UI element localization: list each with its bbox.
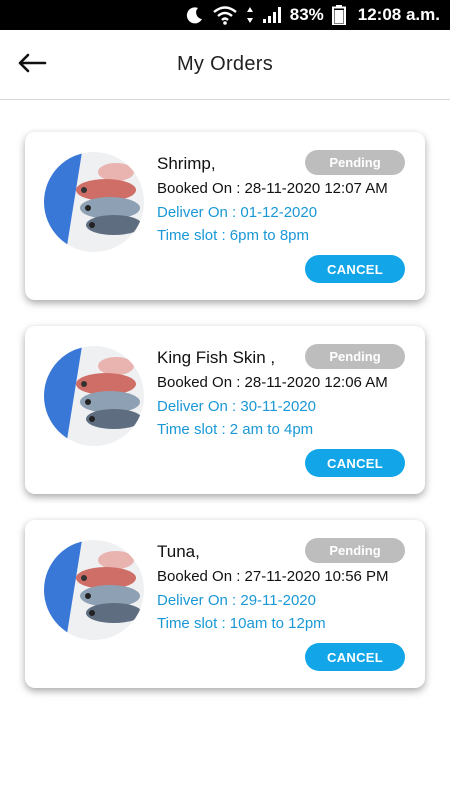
- deliver-on-text: Deliver On : 01-12-2020: [157, 204, 318, 221]
- cancel-button[interactable]: CANCEL: [305, 449, 405, 477]
- status-badge: Pending: [305, 344, 405, 369]
- order-item-name: Tuna,: [157, 542, 200, 561]
- time-slot-text: Time slot : 2 am to 4pm: [157, 421, 314, 438]
- signal-icon: [262, 6, 282, 24]
- battery-percentage: 83%: [289, 5, 324, 24]
- order-card[interactable]: King Fish Skin , Pending Booked On : 28-…: [25, 326, 425, 494]
- wifi-icon: [212, 5, 238, 25]
- deliver-on-text: Deliver On : 30-11-2020: [157, 398, 316, 415]
- deliver-on-text: Deliver On : 29-11-2020: [157, 592, 316, 609]
- cancel-button[interactable]: CANCEL: [305, 643, 405, 671]
- order-item-name: King Fish Skin ,: [157, 348, 276, 367]
- order-card[interactable]: Shrimp, Pending Booked On : 28-11-2020 1…: [25, 132, 425, 300]
- booked-on-text: Booked On : 27-11-2020 10:56 PM: [157, 568, 389, 585]
- time-slot-text: Time slot : 6pm to 8pm: [157, 227, 309, 244]
- data-arrows-icon: [246, 6, 254, 24]
- booked-on-text: Booked On : 28-11-2020 12:06 AM: [157, 374, 388, 391]
- status-clock: 12:08 a.m.: [357, 5, 440, 24]
- status-bar: 83% 12:08 a.m.: [0, 0, 450, 30]
- order-card[interactable]: Tuna, Pending Booked On : 27-11-2020 10:…: [25, 520, 425, 688]
- product-image: [44, 346, 144, 446]
- status-badge: Pending: [305, 538, 405, 563]
- arrow-left-icon: [17, 52, 47, 79]
- product-image: [44, 152, 144, 252]
- order-item-name: Shrimp,: [157, 154, 216, 173]
- app-header: My Orders: [0, 30, 450, 100]
- battery-icon: [331, 5, 346, 25]
- time-slot-text: Time slot : 10am to 12pm: [157, 615, 326, 632]
- cancel-button[interactable]: CANCEL: [305, 255, 405, 283]
- back-button[interactable]: [14, 50, 50, 80]
- moon-icon: [186, 6, 204, 24]
- page-title: My Orders: [176, 53, 274, 75]
- status-badge: Pending: [305, 150, 405, 175]
- booked-on-text: Booked On : 28-11-2020 12:07 AM: [157, 180, 388, 197]
- product-image: [44, 540, 144, 640]
- orders-list: Shrimp, Pending Booked On : 28-11-2020 1…: [0, 100, 450, 800]
